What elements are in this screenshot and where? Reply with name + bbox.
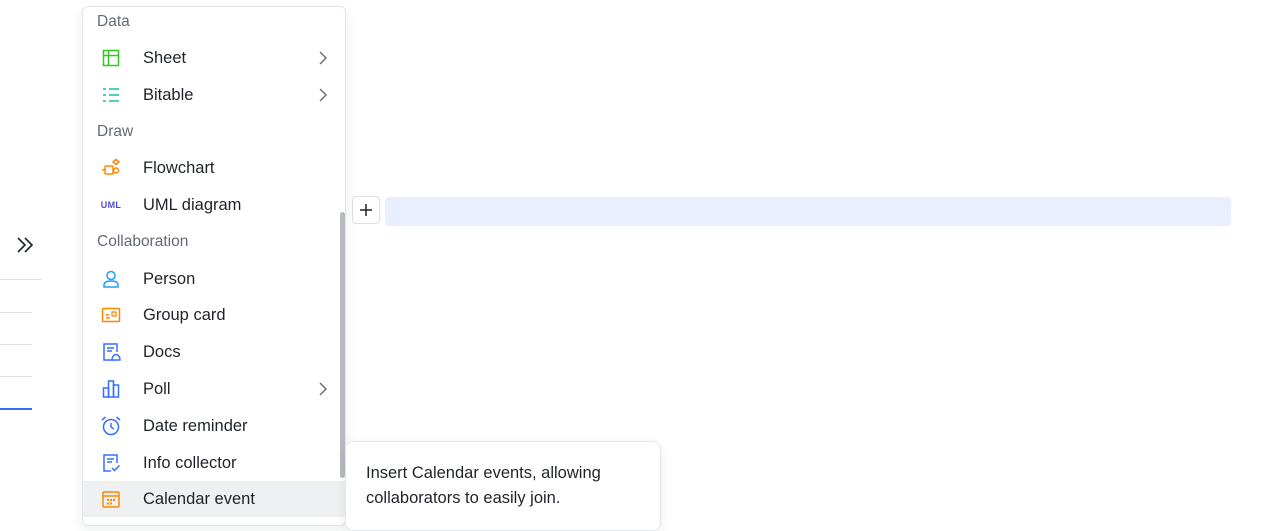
outline-entry[interactable] <box>0 376 32 377</box>
expand-sidebar-button[interactable] <box>12 232 38 258</box>
uml-icon: UML <box>101 195 121 215</box>
menu-item-uml-diagram[interactable]: UML UML diagram <box>83 187 345 223</box>
section-title-data: Data <box>97 13 130 30</box>
double-chevron-right-icon <box>17 237 34 253</box>
menu-item-label: Person <box>143 270 196 288</box>
menu-item-flowchart[interactable]: Flowchart <box>83 150 345 186</box>
tooltip-text: Insert Calendar events, allowing collabo… <box>366 464 601 507</box>
menu-scrollbar[interactable] <box>340 212 345 478</box>
menu-item-poll[interactable]: Poll <box>83 371 345 407</box>
bitable-icon <box>101 85 121 105</box>
menu-item-label: Group card <box>143 306 226 324</box>
selected-block[interactable] <box>385 197 1231 226</box>
menu-item-label: Sheet <box>143 49 187 67</box>
menu-item-label: Flowchart <box>143 159 215 177</box>
menu-item-person[interactable]: Person <box>83 261 345 297</box>
docs-icon <box>101 342 121 362</box>
insert-block-menu: Data Sheet Bitable Draw Flowchart UML UM… <box>82 6 346 526</box>
menu-item-label: UML diagram <box>143 196 242 214</box>
outline-entry[interactable] <box>0 344 32 345</box>
menu-item-label: Date reminder <box>143 417 248 435</box>
group-card-icon <box>101 305 121 325</box>
add-block-button[interactable] <box>352 196 380 224</box>
menu-item-docs[interactable]: Docs <box>83 334 345 370</box>
calendar-event-tooltip: Insert Calendar events, allowing collabo… <box>345 441 661 531</box>
chevron-right-icon <box>319 51 327 65</box>
menu-item-date-reminder[interactable]: Date reminder <box>83 408 345 444</box>
poll-icon <box>101 379 121 399</box>
outline-entry-active[interactable] <box>0 408 32 410</box>
section-title-collaboration: Collaboration <box>97 233 189 250</box>
chevron-right-icon <box>319 382 327 396</box>
sheet-icon <box>101 48 121 68</box>
menu-item-label: Calendar event <box>143 490 255 508</box>
info-collector-icon <box>101 453 121 473</box>
menu-item-label: Bitable <box>143 86 194 104</box>
outline-entry[interactable] <box>0 312 32 313</box>
menu-item-label: Info collector <box>143 454 237 472</box>
menu-item-label: Docs <box>143 343 181 361</box>
person-icon <box>101 269 121 289</box>
menu-item-sheet[interactable]: Sheet <box>83 40 345 76</box>
uml-icon-text: UML <box>100 200 122 210</box>
outline-entry[interactable] <box>0 279 42 280</box>
menu-item-group-card[interactable]: Group card <box>83 297 345 333</box>
alarm-clock-icon <box>101 416 121 436</box>
menu-item-calendar-event[interactable]: Calendar event <box>83 481 345 517</box>
plus-icon <box>360 204 372 216</box>
menu-item-label: Poll <box>143 380 171 398</box>
menu-item-bitable[interactable]: Bitable <box>83 77 345 113</box>
calendar-icon <box>101 489 121 509</box>
section-title-draw: Draw <box>97 123 134 140</box>
menu-item-info-collector[interactable]: Info collector <box>83 445 345 481</box>
flowchart-icon <box>101 158 121 178</box>
chevron-right-icon <box>319 88 327 102</box>
